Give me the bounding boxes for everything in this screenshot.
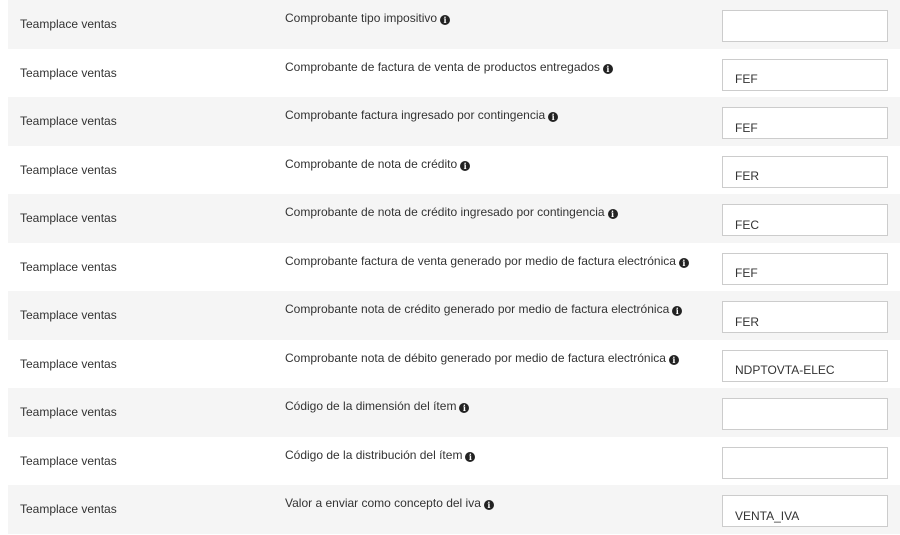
field-value-input[interactable] <box>722 10 888 42</box>
info-circle-icon[interactable]: i <box>672 306 683 316</box>
info-circle-icon[interactable]: i <box>602 63 613 74</box>
info-circle-icon[interactable]: i <box>607 209 618 219</box>
template-name: Teamplace ventas <box>20 405 117 419</box>
table-row: Teamplace ventas Comprobante de nota de … <box>0 194 900 243</box>
field-label: Comprobante nota de crédito generado por… <box>285 302 683 316</box>
table-row: Teamplace ventas Comprobante de nota de … <box>0 146 900 195</box>
table-row: Teamplace ventas Comprobante factura de … <box>0 243 900 292</box>
field-value-input[interactable] <box>722 58 888 91</box>
field-label: Comprobante nota de débito generado por … <box>285 351 679 365</box>
table-row: Teamplace ventas Comprobante tipo imposi… <box>0 0 900 49</box>
template-name: Teamplace ventas <box>20 356 117 371</box>
field-label: Comprobante tipo impositivo i <box>285 11 451 25</box>
field-value-input[interactable] <box>722 107 888 139</box>
template-name: Teamplace ventas <box>20 211 117 225</box>
template-name: Teamplace ventas <box>20 453 117 468</box>
info-circle-icon[interactable]: i <box>548 112 559 122</box>
field-value-input[interactable] <box>722 155 888 188</box>
template-name: Teamplace ventas <box>20 502 117 516</box>
field-label: Código de la distribución del ítem i <box>285 448 476 462</box>
field-label: Comprobante de factura de venta de produ… <box>285 60 613 74</box>
field-value-input[interactable] <box>722 252 888 285</box>
info-circle-icon[interactable]: i <box>668 354 679 365</box>
field-label: Comprobante de nota de crédito ingresado… <box>285 205 618 219</box>
info-circle-icon[interactable]: i <box>465 451 476 462</box>
template-name: Teamplace ventas <box>20 308 117 322</box>
info-circle-icon[interactable]: i <box>678 257 689 268</box>
field-value-input[interactable] <box>722 446 888 479</box>
field-value-input[interactable] <box>722 398 888 430</box>
field-label: Comprobante factura ingresado por contin… <box>285 108 559 122</box>
table-row: Teamplace ventas Comprobante de factura … <box>0 49 900 98</box>
field-label: Comprobante factura de venta generado po… <box>285 254 689 268</box>
table-row: Teamplace ventas Comprobante nota de déb… <box>0 340 900 389</box>
info-circle-icon[interactable]: i <box>459 403 470 413</box>
template-name: Teamplace ventas <box>20 162 117 177</box>
table-row: Teamplace ventas Valor a enviar como con… <box>0 485 900 534</box>
info-circle-icon[interactable]: i <box>440 15 451 25</box>
field-label: Código de la dimensión del ítem i <box>285 399 470 413</box>
table-row: Teamplace ventas Código de la dimensión … <box>0 388 900 437</box>
field-value-input[interactable] <box>722 301 888 333</box>
field-value-input[interactable] <box>722 495 888 527</box>
info-circle-icon[interactable]: i <box>460 160 471 171</box>
template-name: Teamplace ventas <box>20 114 117 128</box>
field-label: Comprobante de nota de crédito i <box>285 157 471 171</box>
template-name: Teamplace ventas <box>20 259 117 274</box>
info-circle-icon[interactable]: i <box>483 500 494 510</box>
table-row: Teamplace ventas Código de la distribuci… <box>0 437 900 486</box>
template-name: Teamplace ventas <box>20 65 117 80</box>
table-row: Teamplace ventas Comprobante factura ing… <box>0 97 900 146</box>
field-value-input[interactable] <box>722 349 888 382</box>
table-row: Teamplace ventas Comprobante nota de cré… <box>0 291 900 340</box>
field-label: Valor a enviar como concepto del iva i <box>285 496 494 510</box>
field-value-input[interactable] <box>722 204 888 236</box>
template-name: Teamplace ventas <box>20 17 117 31</box>
settings-table: Teamplace ventas Comprobante tipo imposi… <box>0 0 900 534</box>
